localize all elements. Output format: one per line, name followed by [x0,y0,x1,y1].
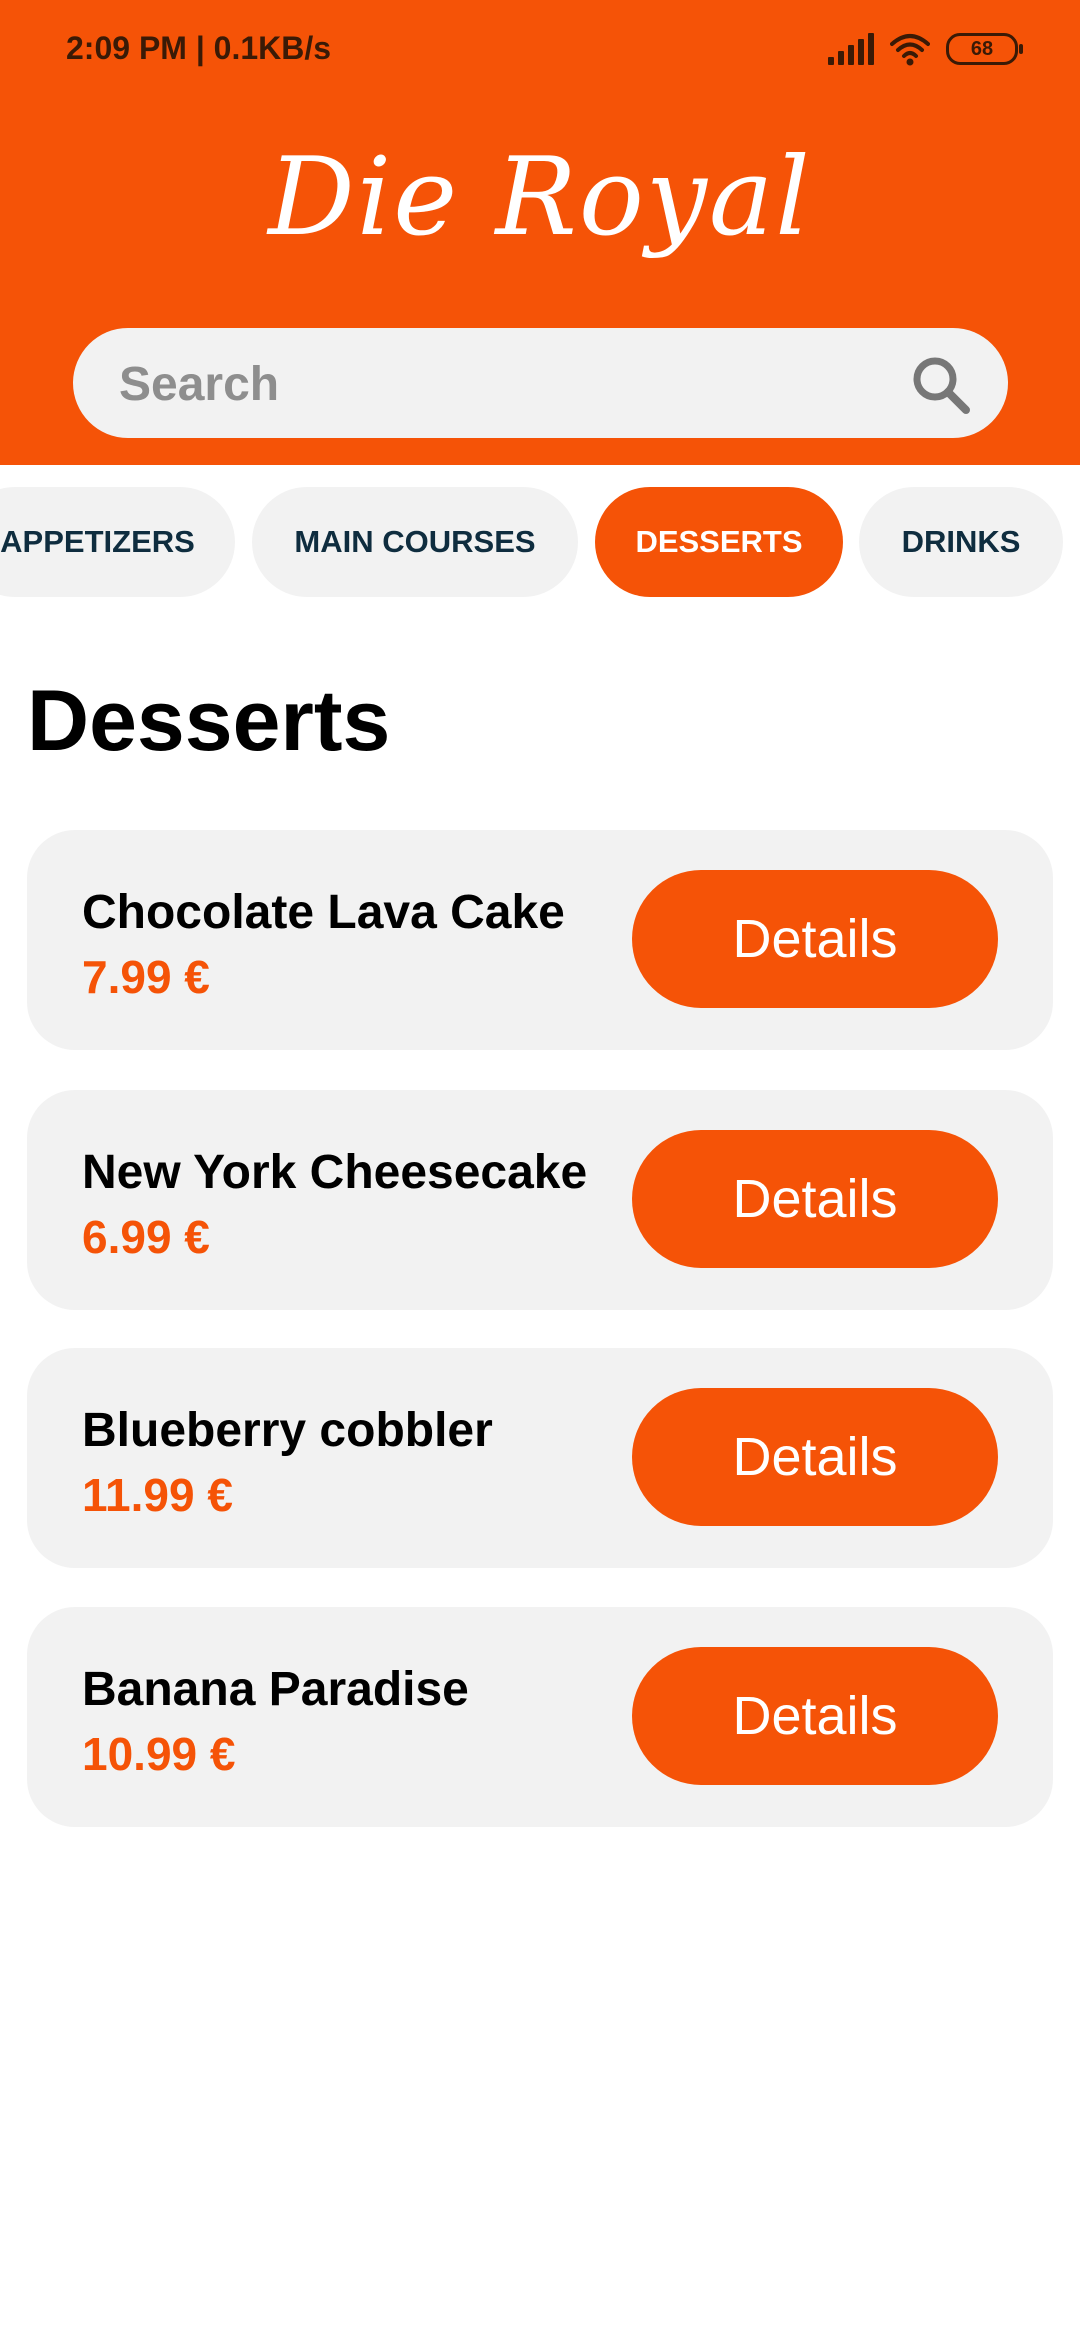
battery-icon: 68 [946,33,1023,65]
category-tabs: APPETIZERS MAIN COURSES DESSERTS DRINKS [0,487,1080,597]
item-price: 6.99 € [82,1211,210,1263]
tab-main-courses[interactable]: MAIN COURSES [252,487,578,597]
status-icons: 68 [828,32,1023,66]
item-price: 10.99 € [82,1728,236,1780]
app-title: Die Royal [268,135,812,260]
item-name: Chocolate Lava Cake [82,886,565,939]
search-bar[interactable] [73,328,1008,440]
details-button[interactable]: Details [632,1647,998,1785]
section-title: Desserts [27,673,391,769]
app-header: 2:09 PM | 0.1KB/s 68 Die Royal [0,0,1080,465]
status-time-speed: 2:09 PM | 0.1KB/s [66,30,332,66]
menu-item-card: New York Cheesecake 6.99 € Details [27,1090,1053,1310]
item-name: New York Cheesecake [82,1146,588,1199]
item-price: 11.99 € [82,1469,233,1521]
search-icon[interactable] [910,354,972,416]
item-price: 7.99 € [82,951,210,1003]
wifi-icon [890,34,930,66]
tab-appetizers[interactable]: APPETIZERS [0,487,235,597]
item-name: Banana Paradise [82,1663,469,1716]
signal-icon [828,33,874,65]
tab-desserts[interactable]: DESSERTS [595,487,843,597]
search-input[interactable] [117,328,901,440]
details-button[interactable]: Details [632,1388,998,1526]
tab-drinks[interactable]: DRINKS [859,487,1063,597]
menu-item-card: Banana Paradise 10.99 € Details [27,1607,1053,1827]
item-name: Blueberry cobbler [82,1404,493,1457]
menu-item-card: Chocolate Lava Cake 7.99 € Details [27,830,1053,1050]
details-button[interactable]: Details [632,870,998,1008]
status-bar: 2:09 PM | 0.1KB/s 68 [0,0,1080,100]
menu-item-card: Blueberry cobbler 11.99 € Details [27,1348,1053,1568]
details-button[interactable]: Details [632,1130,998,1268]
